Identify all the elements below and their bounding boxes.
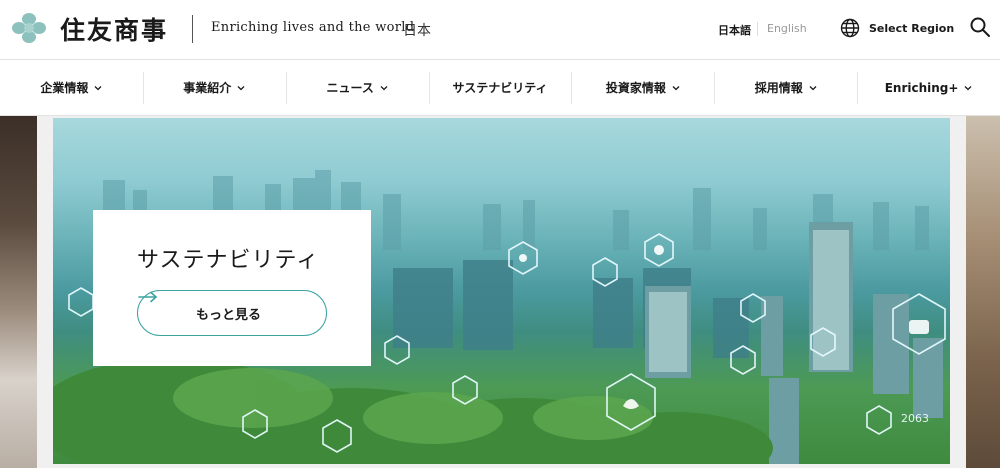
see-more-label: もっと見る — [196, 307, 262, 323]
logo-mark-icon[interactable] — [12, 12, 46, 44]
language-japanese-link[interactable]: 日本語 — [718, 22, 751, 38]
nav-item-label: Enriching+ — [884, 80, 959, 95]
see-more-button[interactable]: もっと見る — [137, 290, 327, 336]
hero-slide-image[interactable]: 2063 サステナビリティ もっと見る — [53, 118, 950, 464]
main-navigation: 企業情報 事業紹介 ニュース サステナビリティ 投資家情報 採用情報 Enric… — [0, 59, 1000, 116]
chevron-down-icon — [964, 85, 972, 90]
image-caption: 2063 — [901, 412, 929, 425]
language-divider — [757, 22, 758, 36]
nav-item-label: 採用情報 — [754, 81, 803, 95]
nav-item-enriching-plus[interactable]: Enriching+ — [857, 60, 1000, 115]
hero-carousel: 2063 サステナビリティ もっと見る — [0, 116, 1000, 468]
chevron-down-icon — [237, 85, 245, 90]
hero-title: サステナビリティ — [137, 248, 320, 273]
nav-item-investors[interactable]: 投資家情報 — [571, 60, 714, 115]
nav-item-careers[interactable]: 採用情報 — [714, 60, 857, 115]
next-slide-preview[interactable] — [966, 116, 1000, 468]
chevron-down-icon — [380, 85, 388, 90]
select-region-link[interactable]: Select Region — [869, 22, 954, 35]
language-english-link[interactable]: English — [767, 22, 807, 35]
nav-item-sustainability[interactable]: サステナビリティ — [428, 60, 572, 115]
globe-icon[interactable] — [840, 18, 860, 38]
site-header: 住友商事 Enriching lives and the world 日本 日本… — [0, 0, 1000, 58]
nav-item-label: 投資家情報 — [605, 81, 666, 95]
nav-item-label: サステナビリティ — [452, 81, 548, 95]
search-icon[interactable] — [969, 16, 991, 38]
brand-divider — [192, 15, 193, 43]
nav-item-news[interactable]: ニュース — [285, 60, 429, 115]
brand-tagline: Enriching lives and the world — [211, 20, 415, 35]
chevron-down-icon — [809, 85, 817, 90]
country-label: 日本 — [403, 23, 431, 39]
nav-item-label: ニュース — [326, 81, 374, 95]
nav-item-label: 事業紹介 — [183, 81, 232, 95]
arrow-right-icon — [138, 291, 158, 303]
brand-name[interactable]: 住友商事 — [60, 11, 168, 47]
nav-item-business[interactable]: 事業紹介 — [142, 60, 286, 115]
hero-content-card: サステナビリティ もっと見る — [93, 210, 371, 366]
previous-slide-preview[interactable] — [0, 116, 37, 468]
chevron-down-icon — [672, 85, 680, 90]
nav-item-label: 企業情報 — [40, 81, 89, 95]
nav-item-corporate[interactable]: 企業情報 — [0, 60, 143, 115]
chevron-down-icon — [94, 85, 102, 90]
